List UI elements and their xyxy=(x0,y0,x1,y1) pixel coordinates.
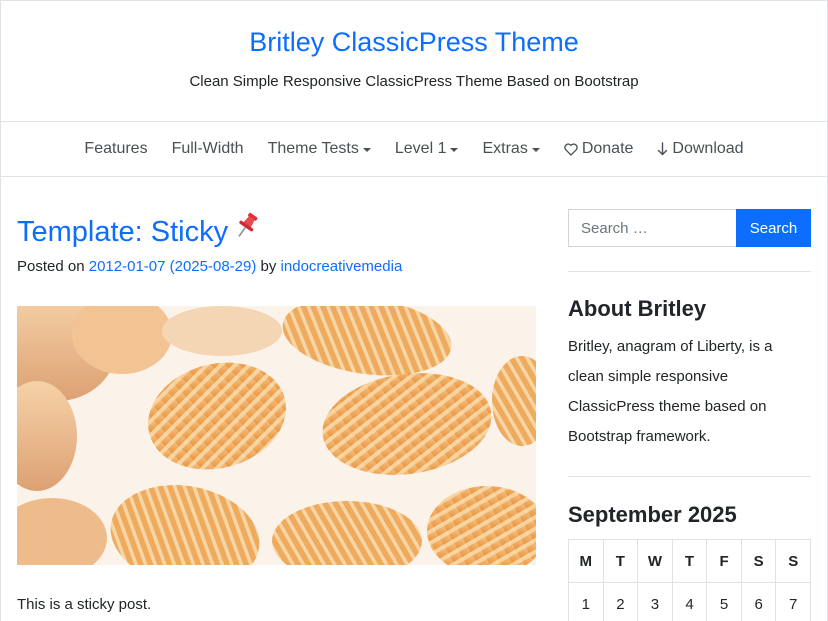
calendar-week-row: 1 2 3 4 5 6 7 xyxy=(568,582,811,621)
caret-down-icon xyxy=(362,147,371,152)
divider xyxy=(568,476,811,477)
arrow-down-icon xyxy=(657,142,668,156)
menu-item-theme-tests[interactable]: Theme Tests xyxy=(256,139,383,159)
menu-item-features[interactable]: Features xyxy=(72,139,159,159)
menu-item-extras[interactable]: Extras xyxy=(470,139,551,159)
divider xyxy=(568,271,811,272)
menu-item-label: Download xyxy=(672,140,744,157)
calendar-day: 2 xyxy=(602,582,639,621)
caret-down-icon xyxy=(531,147,540,152)
calendar-weekday: S xyxy=(775,539,811,583)
calendar-weekday: T xyxy=(602,539,639,583)
meta-prefix: Posted on xyxy=(17,258,85,275)
post-date-link[interactable]: 2012-01-07 (2025-08-29) xyxy=(89,258,257,275)
menu-item-donate[interactable]: Donate xyxy=(552,139,646,159)
heart-icon xyxy=(564,142,578,156)
search-form: Search xyxy=(568,209,811,247)
menu-item-label: Extras xyxy=(482,140,528,157)
about-widget-text: Britley, anagram of Liberty, is a clean … xyxy=(568,338,773,445)
menu-item-label: Features xyxy=(84,140,148,157)
calendar-weekday: T xyxy=(671,539,708,583)
search-button[interactable]: Search xyxy=(736,209,811,247)
post-author-link[interactable]: indocreativemedia xyxy=(281,258,403,275)
menu-item-full-width[interactable]: Full-Width xyxy=(160,139,256,159)
post-meta: Posted on 2012-01-07 (2025-08-29) by ind… xyxy=(17,257,402,277)
pushpin-icon xyxy=(230,209,264,250)
calendar-weekday: M xyxy=(568,539,604,583)
post-excerpt: This is a sticky post. xyxy=(17,596,152,613)
menu-item-label: Donate xyxy=(581,140,634,157)
site-description: Clean Simple Responsive ClassicPress The… xyxy=(189,73,639,90)
calendar-weekday: W xyxy=(637,539,673,583)
site-header: Britley ClassicPress Theme Clean Simple … xyxy=(0,0,828,122)
post-title[interactable]: Template: Sticky xyxy=(17,209,264,250)
calendar-day: 5 xyxy=(706,582,742,621)
menu-item-label: Level 1 xyxy=(394,140,447,157)
menu-item-level-1[interactable]: Level 1 xyxy=(383,139,471,159)
calendar-day: 3 xyxy=(637,582,673,621)
calendar-day: 6 xyxy=(740,582,777,621)
caret-down-icon xyxy=(450,147,459,152)
main-menu: Features Full-Width Theme Tests Level 1 … xyxy=(0,122,828,177)
calendar-table: M T W T F S S 1 2 3 4 5 6 7 xyxy=(568,539,811,621)
calendar-day: 7 xyxy=(775,582,811,621)
featured-image[interactable] xyxy=(17,306,536,565)
calendar-day: 1 xyxy=(568,582,604,621)
calendar-weekday: S xyxy=(740,539,777,583)
about-widget-title: About Britley xyxy=(568,296,707,321)
menu-item-download[interactable]: Download xyxy=(645,139,755,159)
calendar-widget-title: September 2025 xyxy=(568,502,737,527)
calendar-header-row: M T W T F S S xyxy=(568,539,811,583)
site-title-link[interactable]: Britley ClassicPress Theme xyxy=(0,24,828,60)
search-input[interactable] xyxy=(568,209,736,247)
calendar-day: 4 xyxy=(671,582,708,621)
menu-item-label: Full-Width xyxy=(171,140,244,157)
menu-item-label: Theme Tests xyxy=(267,140,359,157)
meta-by: by xyxy=(260,258,277,275)
post-title-text: Template: Sticky xyxy=(17,216,229,248)
calendar-weekday: F xyxy=(706,539,742,583)
